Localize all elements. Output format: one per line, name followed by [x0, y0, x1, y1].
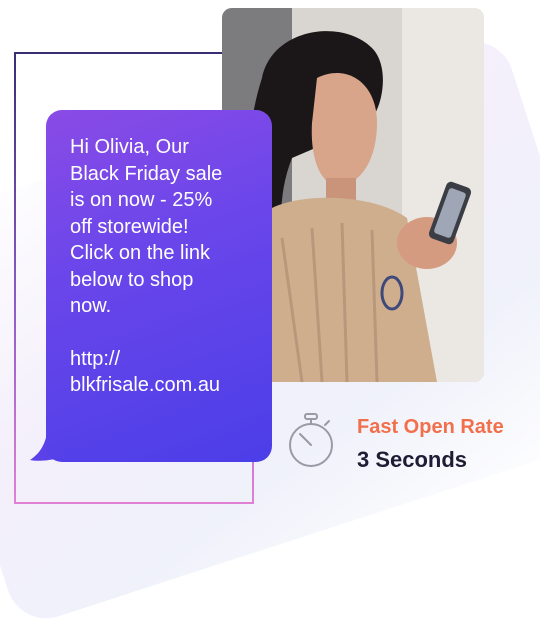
message-line: is on now - 25% — [70, 189, 213, 211]
message-line: Black Friday sale — [70, 162, 223, 185]
message-line: off storewide! — [70, 215, 189, 238]
stat-label: Fast Open Rate — [357, 416, 504, 438]
message-line: Hi Olivia, Our — [70, 136, 189, 158]
message-line: Click on the link — [70, 242, 211, 264]
stopwatch-icon — [289, 413, 333, 467]
message-line: now. — [70, 295, 112, 317]
message-link-line[interactable]: http:// — [70, 346, 252, 373]
sms-message-bubble: Hi Olivia, Our Black Friday sale is on n… — [46, 110, 272, 462]
message-link-line[interactable]: blkfrisale.com.au — [70, 372, 252, 399]
stat-value: 3 Seconds — [357, 447, 468, 472]
message-line: below to shop — [70, 268, 194, 291]
